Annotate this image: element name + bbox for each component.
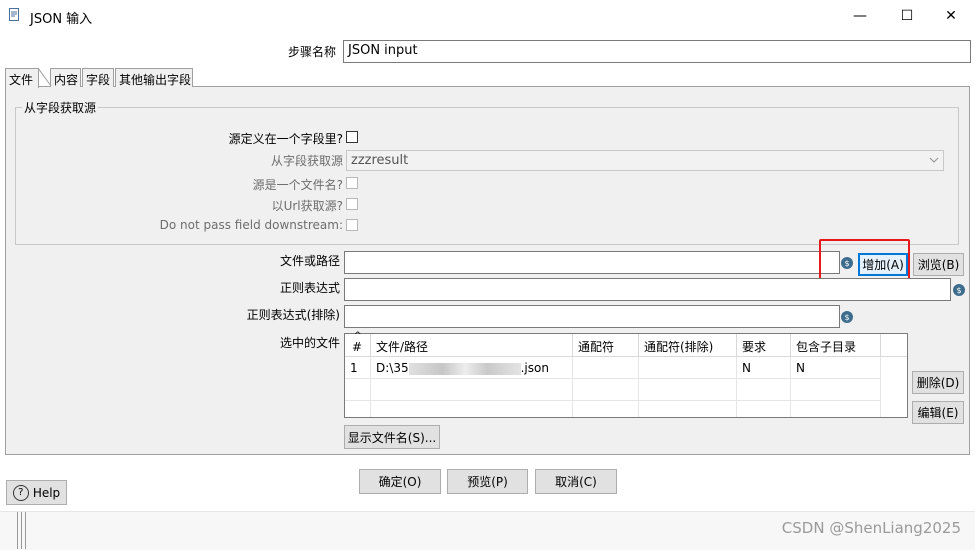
tab-slant-divider [38, 68, 52, 87]
regex-exclude-label: 正则表达式(排除) [246, 308, 340, 322]
selected-files-table[interactable]: ^ # 文件/路径 通配符 通配符(排除) 要求 包含子目录 1 D:\35 .j… [344, 331, 908, 418]
get-source-from-field-value: zzzresult [351, 153, 409, 168]
variable-icon[interactable]: $ [841, 311, 853, 323]
watermark-text: CSDN @ShenLiang2025 [781, 519, 961, 537]
file-or-directory-input[interactable] [344, 251, 840, 274]
column-header-include-subfolders[interactable]: 包含子目录 [791, 334, 881, 357]
minimize-button[interactable]: — [838, 0, 882, 32]
row-number-cell: 1 [345, 357, 371, 379]
splitter-line [21, 512, 22, 549]
regex-input[interactable] [344, 278, 951, 301]
tab-additional-output-fields[interactable]: 其他输出字段 [115, 68, 193, 87]
do-not-pass-field-checkbox[interactable] [346, 219, 358, 231]
file-path-cell: D:\35 .json [371, 357, 573, 379]
splitter-line [25, 512, 26, 549]
close-icon: ✕ [945, 8, 957, 24]
selected-files-label: 选中的文件 [279, 336, 340, 350]
source-from-field-group-title: 从字段获取源 [22, 99, 99, 116]
splitter-line [17, 512, 18, 549]
help-button[interactable]: ? Help [6, 480, 67, 505]
browse-button[interactable]: 浏览(B) [913, 253, 964, 276]
column-header-wildcard-exclude[interactable]: 通配符(排除) [639, 334, 737, 357]
help-icon: ? [12, 484, 29, 501]
column-header-number[interactable]: ^ # [345, 331, 371, 357]
annotation-highlight-box [819, 239, 910, 280]
help-label: Help [32, 485, 61, 500]
regex-exclude-input[interactable] [344, 305, 840, 328]
tab-content[interactable]: 内容 [50, 68, 81, 87]
close-button[interactable]: ✕ [929, 0, 973, 32]
get-source-from-field-select[interactable]: zzzresult [346, 150, 944, 171]
show-filenames-button[interactable]: 显示文件名(S)... [344, 425, 440, 449]
get-source-from-field-label: 从字段获取源 [270, 154, 343, 168]
column-header-required[interactable]: 要求 [737, 334, 791, 357]
redacted-path-segment [408, 362, 521, 375]
source-in-field-checkbox[interactable] [346, 131, 358, 143]
step-name-input[interactable]: JSON input [343, 40, 971, 63]
required-cell: N [737, 357, 791, 379]
read-source-as-url-label: 以Url获取源? [271, 199, 343, 213]
delete-button[interactable]: 删除(D) [912, 371, 964, 394]
tab-file[interactable]: 文件 [5, 68, 39, 88]
read-source-as-url-checkbox[interactable] [346, 198, 358, 210]
include-subfolders-cell: N [791, 357, 881, 379]
do-not-pass-field-label: Do not pass field downstream: [159, 218, 343, 232]
file-or-directory-label: 文件或路径 [279, 254, 340, 268]
maximize-icon: ☐ [900, 8, 914, 24]
wildcard-cell [573, 357, 639, 379]
app-icon [9, 8, 19, 21]
wildcard-exclude-cell [639, 357, 737, 379]
column-header-wildcard[interactable]: 通配符 [573, 334, 639, 357]
cancel-button[interactable]: 取消(C) [535, 469, 617, 494]
step-name-label: 步骤名称 [287, 45, 336, 59]
window-title: JSON 输入 [30, 12, 93, 27]
regex-label: 正则表达式 [279, 281, 340, 295]
ok-button[interactable]: 确定(O) [359, 469, 441, 494]
maximize-button[interactable]: ☐ [885, 0, 929, 32]
source-is-filename-checkbox[interactable] [346, 177, 358, 189]
column-header-filler [881, 334, 907, 357]
column-header-file-path[interactable]: 文件/路径 [371, 334, 573, 357]
source-is-filename-label: 源是一个文件名? [252, 178, 343, 192]
tab-fields[interactable]: 字段 [82, 68, 114, 87]
minimize-icon: — [853, 8, 867, 24]
edit-button[interactable]: 编辑(E) [912, 401, 964, 424]
preview-button[interactable]: 预览(P) [447, 469, 528, 494]
source-in-field-label: 源定义在一个字段里? [228, 132, 343, 146]
variable-icon[interactable]: $ [953, 284, 965, 296]
chevron-down-icon [929, 157, 939, 163]
title-bar: JSON 输入 — ☐ ✕ [0, 0, 975, 32]
